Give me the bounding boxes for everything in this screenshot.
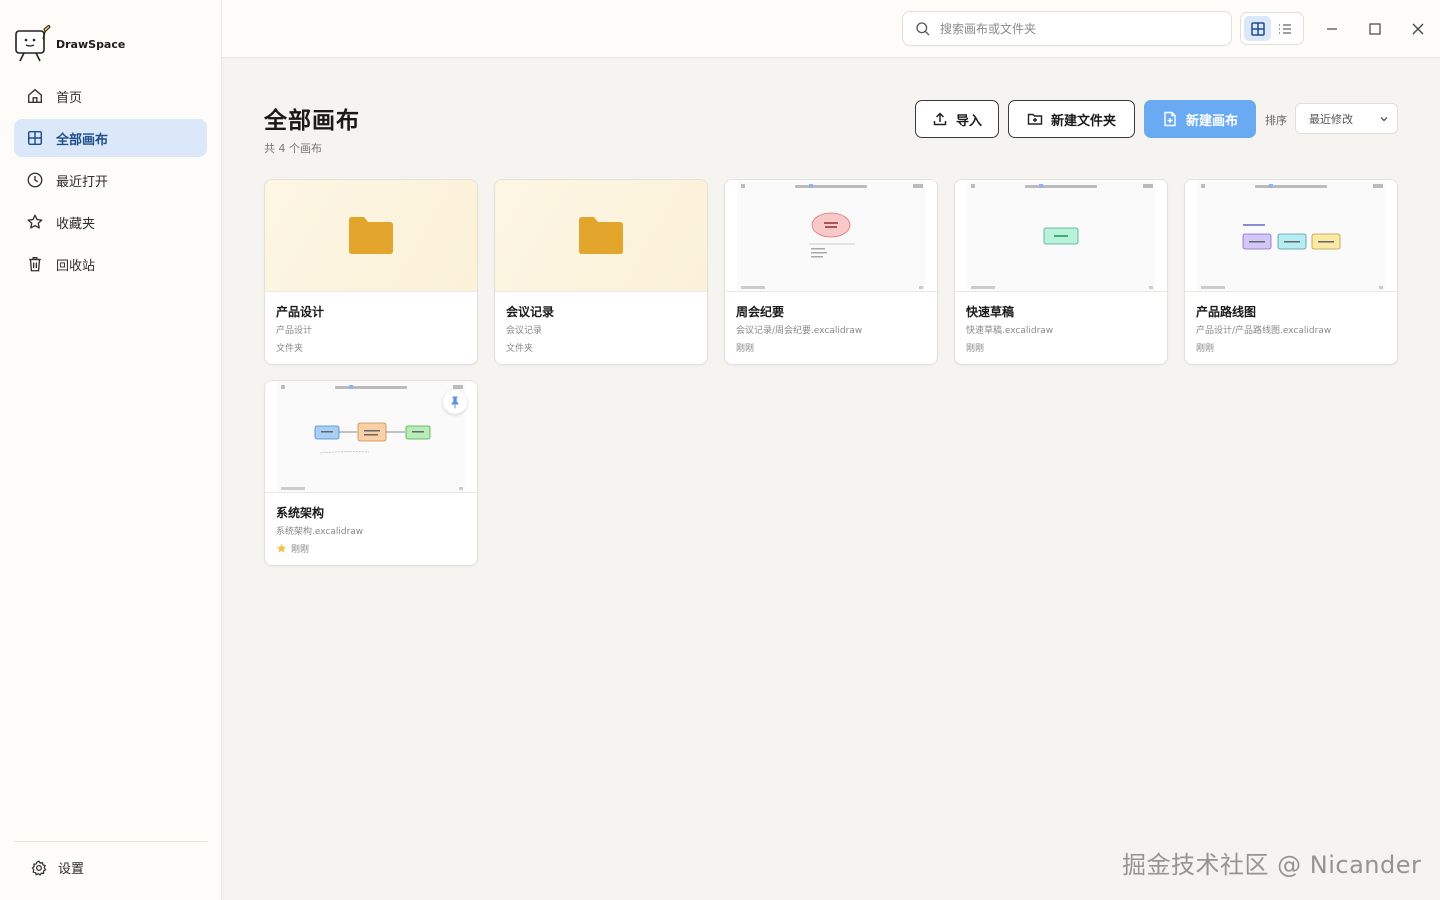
card-path: 产品设计 (276, 326, 313, 336)
canvas-preview-image (955, 180, 1167, 291)
watermark: 掘金技术社区 @ Nicander (1122, 851, 1422, 879)
favorite-star-icon (276, 543, 287, 553)
search-input[interactable] (940, 21, 1210, 36)
card-meta: 文件夹 (276, 341, 303, 354)
new-folder-button[interactable]: 新建文件夹 (1008, 100, 1135, 138)
file-plus-icon (1164, 111, 1176, 127)
view-toggle (1240, 12, 1304, 45)
canvas-card[interactable]: 快速草稿 快速草稿.excalidraw 刚刚 (954, 179, 1168, 365)
card-title: 周会纪要 (736, 305, 785, 319)
maximize-icon (1369, 23, 1381, 35)
card-path: 会议记录 (506, 326, 543, 336)
canvas-count: 共 4 个画布 (264, 142, 322, 155)
sidebar-item-all-canvases[interactable]: 全部画布 (14, 119, 207, 157)
canvas-thumbnail (955, 180, 1167, 292)
canvas-card[interactable]: 周会纪要 会议记录/周会纪要.excalidraw 刚刚 (724, 179, 938, 365)
pin-icon (451, 396, 459, 409)
sidebar-item-recent[interactable]: 最近打开 (14, 161, 207, 199)
new-canvas-label: 新建画布 (1185, 113, 1238, 129)
import-button[interactable]: 导入 (915, 100, 999, 138)
canvas-preview-image (725, 180, 937, 291)
trash-icon (29, 257, 41, 272)
card-meta: 刚刚 (966, 341, 984, 354)
folder-card[interactable]: 会议记录 会议记录 文件夹 (494, 179, 708, 365)
search-icon (916, 21, 930, 35)
folder-card[interactable]: 产品设计 产品设计 文件夹 (264, 179, 478, 365)
grid-icon (27, 130, 43, 146)
sort-select[interactable]: 最近修改 (1295, 103, 1398, 134)
minimize-icon (1327, 28, 1337, 30)
folder-icon (579, 217, 623, 254)
chevron-down-icon (1380, 117, 1388, 122)
minimize-button[interactable] (1321, 18, 1343, 40)
sidebar-nav: 首页 全部画布 最近打开 收藏夹 回收站 (14, 77, 207, 287)
home-icon (28, 88, 42, 103)
folder-plus-icon (1027, 113, 1043, 125)
list-view-icon (1278, 23, 1291, 34)
close-icon (1412, 23, 1424, 35)
gear-icon (31, 859, 47, 876)
sidebar-item-label: 最近打开 (56, 174, 109, 190)
card-meta-text: 刚刚 (1196, 344, 1215, 354)
folder-thumbnail (495, 180, 707, 292)
drawspace-logo-icon (15, 25, 51, 62)
sidebar-item-trash[interactable]: 回收站 (14, 245, 207, 283)
card-meta-text: 刚刚 (736, 344, 755, 354)
top-bar (222, 0, 1440, 58)
card-title: 产品设计 (276, 305, 325, 319)
canvas-thumbnail (265, 381, 477, 493)
grid-view-icon (1250, 21, 1265, 36)
list-view-button[interactable] (1271, 16, 1298, 41)
settings-button[interactable]: 设置 (30, 858, 84, 877)
grid-view-button[interactable] (1244, 16, 1271, 41)
canvas-preview-image (1185, 180, 1397, 291)
upload-icon (933, 112, 947, 126)
sidebar-item-home[interactable]: 首页 (14, 77, 207, 115)
settings-label: 设置 (58, 862, 85, 877)
new-canvas-button[interactable]: 新建画布 (1144, 100, 1256, 138)
app-logo[interactable]: DrawSpace (14, 24, 125, 64)
card-meta-text: 文件夹 (506, 344, 534, 354)
search-box[interactable] (902, 11, 1232, 46)
canvas-thumbnail (1185, 180, 1397, 292)
card-meta-text: 刚刚 (291, 545, 310, 555)
card-title: 快速草稿 (966, 305, 1015, 319)
new-folder-label: 新建文件夹 (1050, 113, 1116, 129)
import-label: 导入 (955, 113, 982, 129)
close-button[interactable] (1407, 18, 1429, 40)
app-name: DrawSpace (56, 37, 126, 51)
sidebar-item-label: 首页 (56, 90, 83, 106)
sidebar-item-favorites[interactable]: 收藏夹 (14, 203, 207, 241)
card-meta: 刚刚 (1196, 341, 1214, 354)
folder-thumbnail (265, 180, 477, 292)
card-title: 会议记录 (506, 305, 555, 319)
sidebar-item-label: 回收站 (56, 258, 96, 274)
card-meta: 刚刚 (276, 542, 309, 555)
card-meta: 文件夹 (506, 341, 533, 354)
star-icon (27, 214, 43, 229)
sidebar: DrawSpace 首页 全部画布 最近打开 收藏夹 回收站 设置 (0, 0, 222, 900)
card-meta-text: 刚刚 (966, 344, 985, 354)
card-path: 产品设计/产品路线图.excalidraw (1196, 326, 1332, 336)
canvas-card[interactable]: 系统架构 系统架构.excalidraw 刚刚 (264, 380, 478, 566)
card-path: 快速草稿.excalidraw (966, 326, 1054, 336)
card-title: 系统架构 (276, 506, 325, 520)
card-meta: 刚刚 (736, 341, 754, 354)
sidebar-item-label: 收藏夹 (56, 216, 96, 232)
card-path: 会议记录/周会纪要.excalidraw (736, 326, 863, 336)
sort-label: 排序 (1265, 114, 1287, 127)
maximize-button[interactable] (1364, 18, 1386, 40)
sort-value: 最近修改 (1309, 112, 1353, 126)
sidebar-item-label: 全部画布 (56, 132, 109, 148)
sidebar-divider (14, 841, 207, 842)
canvas-card[interactable]: 产品路线图 产品设计/产品路线图.excalidraw 刚刚 (1184, 179, 1398, 365)
pin-button[interactable] (443, 390, 467, 414)
card-path: 系统架构.excalidraw (276, 527, 364, 537)
card-title: 产品路线图 (1196, 305, 1257, 319)
clock-icon (27, 172, 43, 188)
page-title: 全部画布 (264, 108, 360, 134)
canvas-thumbnail (725, 180, 937, 292)
folder-icon (349, 217, 393, 254)
card-meta-text: 文件夹 (276, 344, 304, 354)
